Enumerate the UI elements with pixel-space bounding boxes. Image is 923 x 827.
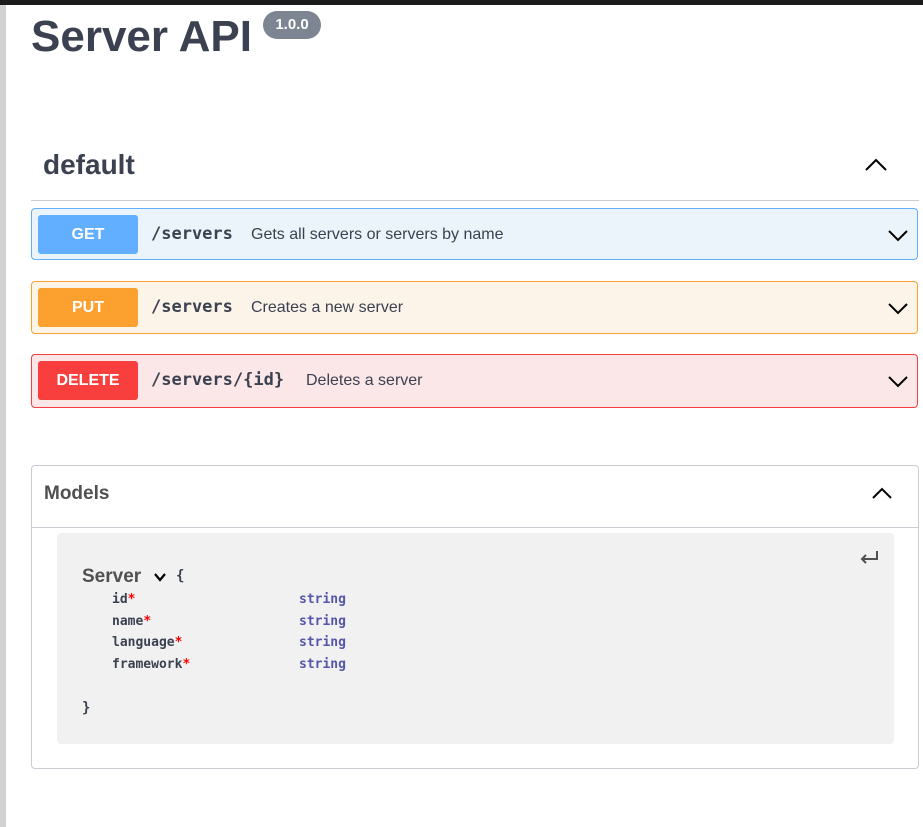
brace-close: } bbox=[82, 700, 91, 716]
model-property-id: id* string bbox=[112, 590, 346, 610]
operation-path: /servers/{id} bbox=[151, 370, 285, 390]
page-title: Server API bbox=[31, 12, 252, 61]
operation-get-servers[interactable]: GET /servers Gets all servers or servers… bbox=[31, 208, 918, 260]
required-marker: * bbox=[127, 592, 136, 607]
property-name: id bbox=[112, 592, 128, 607]
operation-summary: Creates a new server bbox=[251, 299, 404, 316]
property-type: string bbox=[299, 614, 346, 629]
model-server: Server { id* string name* string languag… bbox=[57, 533, 894, 744]
operation-put-servers[interactable]: PUT /servers Creates a new server bbox=[31, 281, 918, 334]
model-property-framework: framework* string bbox=[112, 655, 346, 675]
property-type: string bbox=[299, 592, 346, 607]
operation-path: /servers bbox=[151, 297, 233, 317]
model-name[interactable]: Server bbox=[82, 566, 141, 588]
property-name: framework bbox=[112, 657, 183, 672]
chevron-down-icon[interactable] bbox=[153, 571, 167, 583]
property-name: name bbox=[112, 614, 144, 629]
return-arrow-icon[interactable] bbox=[859, 549, 879, 565]
chevron-down-icon[interactable] bbox=[887, 227, 909, 243]
brace-open: { bbox=[176, 568, 185, 584]
required-marker: * bbox=[143, 614, 152, 629]
chevron-up-icon[interactable] bbox=[870, 484, 894, 502]
chevron-down-icon[interactable] bbox=[887, 373, 909, 389]
operation-summary: Deletes a server bbox=[306, 372, 423, 389]
version-badge: 1.0.0 bbox=[263, 11, 321, 39]
model-property-name: name* string bbox=[112, 612, 346, 632]
top-bar bbox=[0, 0, 923, 5]
property-name: language bbox=[112, 635, 175, 650]
property-type: string bbox=[299, 657, 346, 672]
operation-delete-server[interactable]: DELETE /servers/{id} Deletes a server bbox=[31, 354, 918, 408]
method-badge-get: GET bbox=[38, 215, 138, 254]
required-marker: * bbox=[182, 657, 191, 672]
required-marker: * bbox=[174, 635, 183, 650]
models-title: Models bbox=[44, 483, 110, 504]
model-property-language: language* string bbox=[112, 633, 346, 653]
operation-path: /servers bbox=[151, 224, 233, 244]
tag-name: default bbox=[43, 149, 135, 180]
models-header[interactable]: Models bbox=[32, 466, 918, 528]
tag-section-header[interactable]: default bbox=[31, 140, 919, 201]
method-badge-delete: DELETE bbox=[38, 361, 138, 400]
method-badge-put: PUT bbox=[38, 288, 138, 327]
chevron-up-icon[interactable] bbox=[863, 155, 889, 175]
operation-summary: Gets all servers or servers by name bbox=[251, 226, 504, 243]
left-scroll-track bbox=[0, 5, 6, 827]
models-section: Models Server { id* string name* string … bbox=[31, 465, 919, 769]
property-type: string bbox=[299, 635, 346, 650]
chevron-down-icon[interactable] bbox=[887, 300, 909, 316]
